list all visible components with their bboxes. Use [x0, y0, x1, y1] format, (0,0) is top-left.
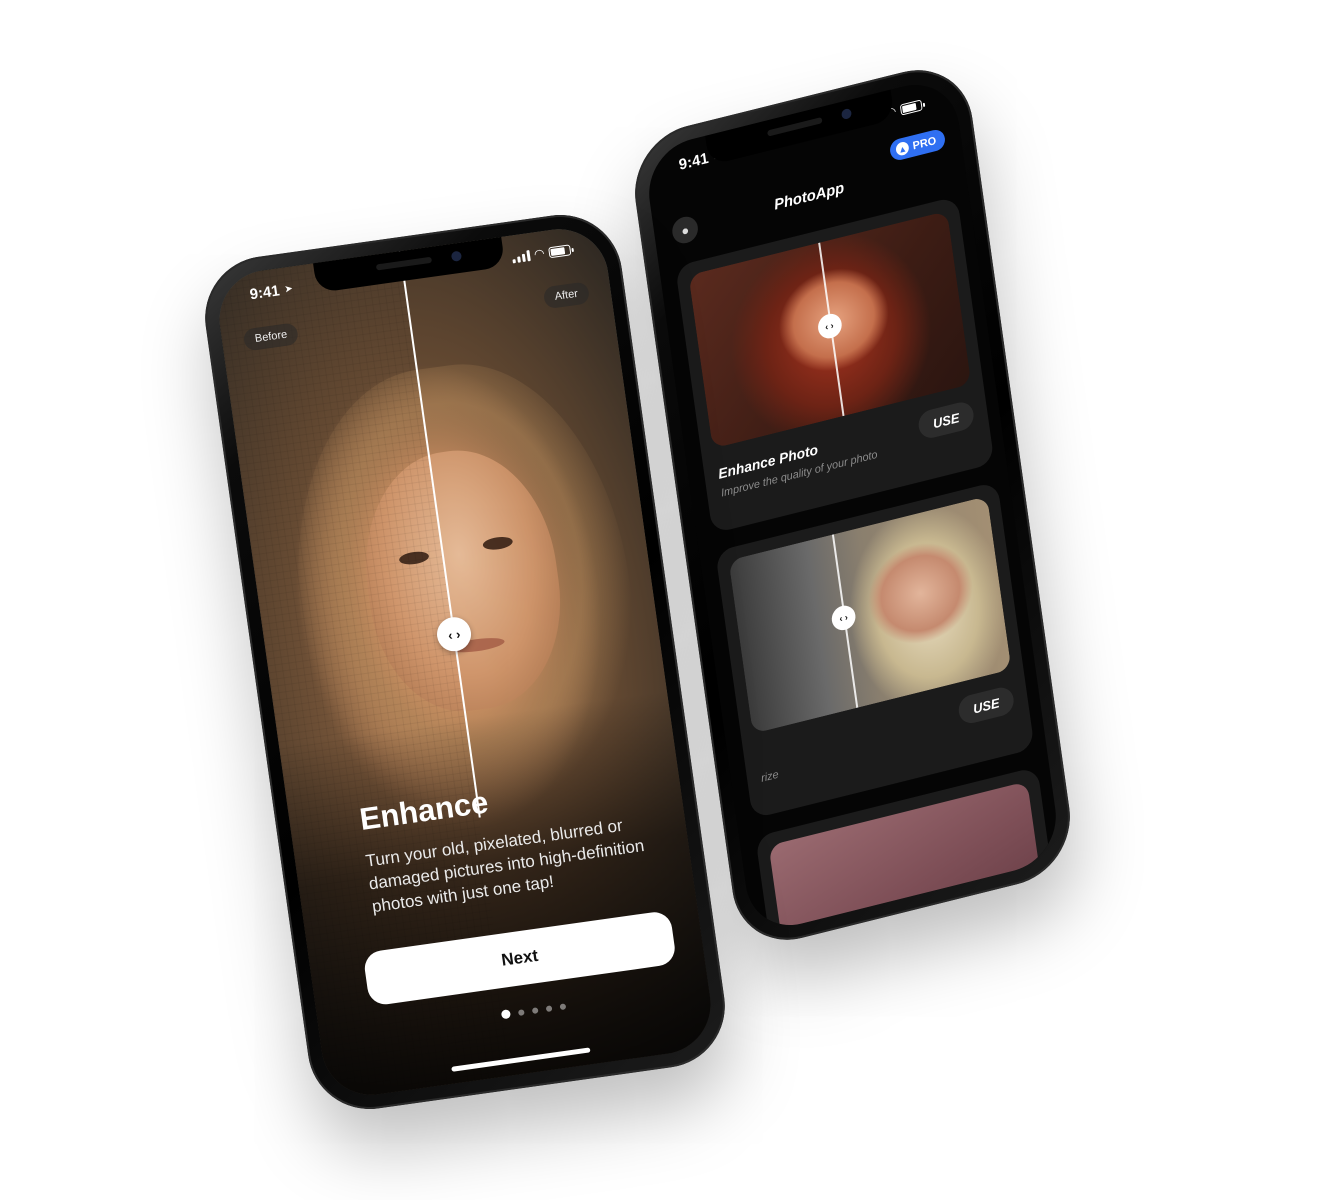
enhance-photo-card[interactable]: ‹ › Enhance Photo Improve the quality of…	[675, 196, 995, 534]
arrow-up-icon: ▲	[895, 140, 910, 157]
use-button[interactable]: USE	[916, 399, 976, 441]
compare-handle[interactable]: ‹ ›	[830, 603, 858, 633]
page-dot[interactable]	[559, 1002, 567, 1010]
status-time: 9:41	[677, 149, 710, 174]
status-time: 9:41	[248, 281, 281, 303]
front-phone: ‹ › 9:41 ➤ ◠ Before After Enhance Turn yo…	[197, 206, 733, 1118]
signal-icon	[511, 249, 531, 263]
location-icon: ➤	[283, 282, 294, 295]
battery-icon	[548, 243, 572, 258]
page-dot[interactable]	[500, 1009, 512, 1020]
front-phone-screen: ‹ › 9:41 ➤ ◠ Before After Enhance Turn yo…	[213, 222, 717, 1102]
battery-icon	[899, 98, 923, 116]
page-dot[interactable]	[545, 1004, 553, 1012]
left-right-arrows-icon: ‹ ›	[838, 611, 849, 624]
colorize-card[interactable]: ‹ › rize USE	[715, 481, 1035, 819]
pro-label: PRO	[911, 134, 937, 153]
page-dot[interactable]	[517, 1008, 525, 1016]
back-phone-screen: 9:41➤ ◠ ● PhotoApp ▲ PRO ‹ › Enhance Pho…	[642, 74, 1063, 936]
card-subtitle: rize	[760, 768, 780, 785]
left-right-arrows-icon: ‹ ›	[447, 625, 462, 643]
wifi-icon: ◠	[533, 246, 545, 262]
page-dot[interactable]	[531, 1006, 539, 1014]
use-button[interactable]: USE	[956, 684, 1016, 727]
left-right-arrows-icon: ‹ ›	[824, 320, 835, 333]
compare-handle[interactable]: ‹ ›	[816, 311, 843, 342]
